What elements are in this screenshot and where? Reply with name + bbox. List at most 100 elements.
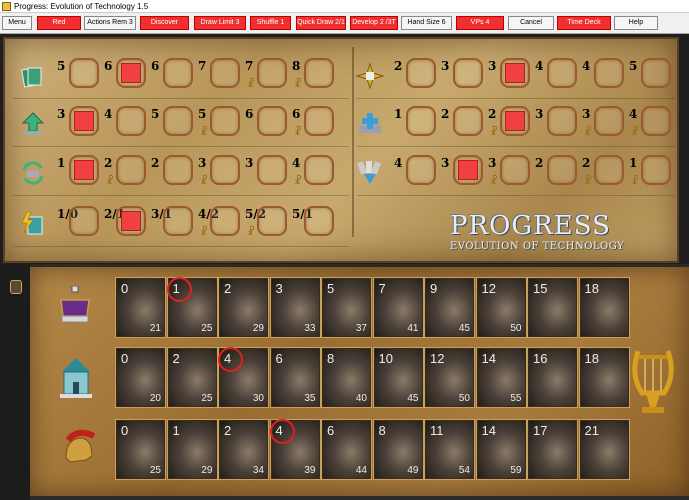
card-cost: 1 [172, 423, 180, 438]
track-card[interactable]: 4 39 [269, 419, 320, 479]
track-card[interactable]: 14 59 [476, 420, 526, 479]
track-cell[interactable] [257, 155, 287, 185]
track-card[interactable]: 14 55 [476, 348, 526, 407]
track-cell[interactable] [210, 155, 240, 185]
track-card[interactable]: 10 45 [373, 348, 423, 407]
track-cell[interactable] [547, 106, 577, 136]
actions-rem-3-button[interactable]: Actions Rem 3 [84, 16, 136, 30]
quick-draw-2-1-button[interactable]: Quick Draw 2/1 [296, 16, 346, 30]
row-divider [13, 146, 349, 147]
track-cell[interactable] [257, 106, 287, 136]
track-cell[interactable] [453, 58, 483, 88]
track-card[interactable]: 9 45 [425, 278, 474, 337]
track-cell[interactable] [163, 106, 193, 136]
track-cell[interactable] [500, 106, 530, 136]
track-card[interactable]: 21 [579, 420, 629, 479]
track-card[interactable]: 4 30 [218, 347, 268, 407]
track-cell[interactable] [453, 106, 483, 136]
track-card[interactable]: 16 [528, 348, 577, 407]
window-title: Progress: Evolution of Technology 1.5 [14, 2, 149, 11]
draw-limit-3-button[interactable]: Draw Limit 3 [194, 16, 246, 30]
track-card[interactable]: 17 [528, 420, 577, 479]
track-cost-label: 5 [57, 59, 66, 73]
track-card[interactable]: 7 41 [373, 278, 423, 337]
menu-button[interactable]: Menu [2, 16, 32, 30]
track-card[interactable]: 3 33 [270, 278, 320, 337]
track-card[interactable]: 12 50 [425, 348, 474, 407]
lyre-icon [628, 345, 678, 426]
track-cell[interactable] [500, 155, 530, 185]
track-cell[interactable] [406, 155, 436, 185]
track-cell[interactable] [304, 106, 334, 136]
track-cell[interactable] [210, 206, 240, 236]
track-cell[interactable] [210, 58, 240, 88]
track-cost-label: 2 [582, 156, 591, 170]
row-divider [357, 98, 675, 99]
track-card[interactable]: 0 21 [116, 278, 165, 337]
track-cell[interactable] [69, 155, 99, 185]
card-value: 40 [355, 393, 367, 404]
cancel-button[interactable]: Cancel [508, 16, 554, 30]
track-cell[interactable] [116, 206, 146, 236]
track-cell[interactable] [406, 58, 436, 88]
track-cell[interactable] [500, 58, 530, 88]
help-button[interactable]: Help [614, 16, 658, 30]
track-card[interactable]: 0 25 [116, 420, 165, 479]
track-cell[interactable] [406, 106, 436, 136]
track-cell[interactable] [641, 58, 671, 88]
develop-2-3t-button[interactable]: Develop 2 /3T [350, 16, 398, 30]
track-card[interactable]: 0 20 [116, 348, 165, 407]
track-cell[interactable] [69, 106, 99, 136]
track-cell[interactable] [641, 106, 671, 136]
track-card[interactable]: 12 50 [476, 278, 526, 337]
track-card[interactable]: 6 35 [270, 348, 320, 407]
track-cell[interactable] [304, 58, 334, 88]
track-card[interactable]: 8 49 [373, 420, 423, 479]
track-card[interactable]: 18 [579, 278, 629, 337]
track-cost-label: 7 [198, 59, 207, 73]
track-cell[interactable] [594, 58, 624, 88]
track-cell[interactable] [304, 206, 334, 236]
track-card[interactable]: 5 37 [322, 278, 371, 337]
track-cell[interactable] [594, 106, 624, 136]
lyre-icon: ☧ [490, 127, 498, 138]
position-marker [269, 419, 295, 444]
scroll-handle[interactable] [10, 280, 22, 294]
track-card[interactable]: 8 40 [322, 348, 371, 407]
track-cell[interactable] [641, 155, 671, 185]
shuffle-1-button[interactable]: Shuffle 1 [250, 16, 291, 30]
track-cell[interactable] [163, 155, 193, 185]
track-card[interactable]: 6 44 [322, 420, 371, 479]
track-cell[interactable] [116, 58, 146, 88]
track-cell[interactable] [304, 155, 334, 185]
track-card[interactable]: 2 29 [219, 278, 268, 337]
red-button[interactable]: Red [37, 16, 81, 30]
track-card[interactable]: 2 34 [219, 420, 268, 479]
track-card[interactable]: 11 54 [425, 420, 474, 479]
track-cell[interactable] [163, 58, 193, 88]
track-cell[interactable] [453, 155, 483, 185]
track-cell[interactable] [547, 155, 577, 185]
discover-button[interactable]: Discover [140, 16, 189, 30]
track-cell[interactable] [257, 206, 287, 236]
track-cell[interactable] [594, 155, 624, 185]
track-cell[interactable] [257, 58, 287, 88]
track-card[interactable]: 15 [528, 278, 577, 337]
track-cost-label: 4 [629, 107, 638, 121]
hand-size-6-button[interactable]: Hand Size 6 [401, 16, 452, 30]
track-cell[interactable] [547, 58, 577, 88]
card-value: 45 [407, 393, 419, 404]
track-cell[interactable] [69, 206, 99, 236]
track-card[interactable]: 1 25 [166, 277, 217, 337]
track-card[interactable]: 2 25 [167, 348, 217, 407]
track-card[interactable]: 18 [579, 348, 629, 407]
track-cell[interactable] [116, 155, 146, 185]
lyre-icon: ☧ [106, 176, 114, 187]
track-cell[interactable] [210, 106, 240, 136]
track-card[interactable]: 1 29 [167, 420, 217, 479]
track-cell[interactable] [69, 58, 99, 88]
time-deck-button[interactable]: Time Deck [557, 16, 611, 30]
track-cell[interactable] [163, 206, 193, 236]
vps-4-button[interactable]: VPs 4 [456, 16, 504, 30]
track-cell[interactable] [116, 106, 146, 136]
